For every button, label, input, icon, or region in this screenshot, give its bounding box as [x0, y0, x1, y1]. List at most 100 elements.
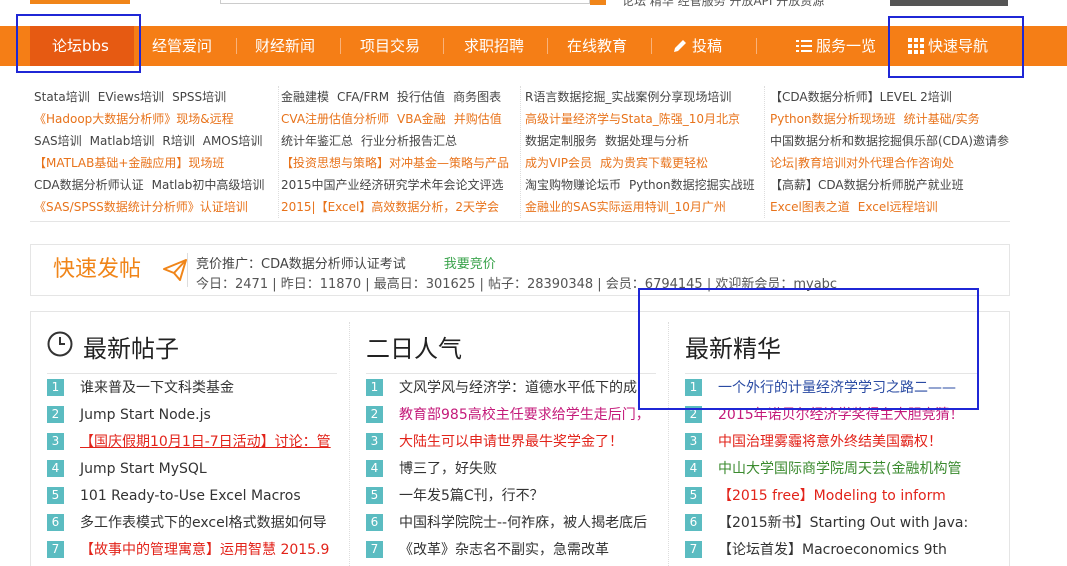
list-item[interactable]: 5 101 Ready-to-Use Excel Macros	[47, 483, 349, 510]
link[interactable]: 数据定制服务	[525, 134, 597, 148]
link[interactable]: 商务图表	[453, 90, 501, 104]
link[interactable]: 《SAS/SPSS数据统计分析师》认证培训	[34, 200, 248, 214]
list-item[interactable]: 1 文风学风与经济学：道德水平低下的成	[366, 375, 652, 402]
link[interactable]: 成为贵宾下载更轻松	[600, 156, 708, 170]
links-column-4: 【CDA数据分析师】LEVEL 2培训 Python数据分析现场班 统计基础/实务…	[764, 86, 1010, 218]
logo[interactable]	[30, 0, 130, 4]
list-item[interactable]: 4 博三了，好失败	[366, 456, 652, 483]
link[interactable]: 【高薪】CDA数据分析师脱产就业班	[770, 178, 964, 192]
link[interactable]: Python数据挖掘实战班	[629, 178, 755, 192]
link-row: Stata培训 EViews培训 SPSS培训	[34, 86, 278, 108]
list-item[interactable]: 6 多工作表模式下的excel格式数据如何导	[47, 510, 349, 537]
list-item[interactable]: 3 中国治理雾霾将意外终结美国霸权！	[685, 429, 985, 456]
link[interactable]: R培训	[162, 134, 194, 148]
link-row: 【CDA数据分析师】LEVEL 2培训	[770, 86, 1010, 108]
link[interactable]: 统计年鉴汇总	[281, 134, 353, 148]
list-item[interactable]: 6 中国科学院院士--何祚庥，被人揭老底后	[366, 510, 652, 537]
link[interactable]: R语言数据挖掘_实战案例分享现场培训	[525, 90, 731, 104]
nav-item-services[interactable]: 服务一览	[796, 26, 876, 66]
list-item[interactable]: 5 【2015 free】Modeling to inform	[685, 483, 985, 510]
post-list: 1 一个外行的计量经济学学习之路二—— 2 2015年诺贝尔经济学奖得主大胆竞猜！ …	[685, 375, 985, 564]
nav-item-trade[interactable]: 项目交易	[360, 26, 420, 66]
link[interactable]: 统计基础/实务	[904, 112, 980, 126]
search-button[interactable]	[590, 0, 606, 5]
list-item[interactable]: 3 大陆生可以申请世界最牛奖学金了！	[366, 429, 652, 456]
link[interactable]: 《Hadoop大数据分析师》现场&远程	[34, 112, 234, 126]
link[interactable]: 金融建模	[281, 90, 329, 104]
link[interactable]: 【MATLAB基础+金融应用】现场班	[34, 156, 224, 170]
top-links[interactable]: 论坛 精华 经管服务 开放API 开放资源	[622, 0, 824, 9]
link-row: Python数据分析现场班 统计基础/实务	[770, 108, 1010, 130]
link[interactable]: 投行估值	[397, 90, 445, 104]
link[interactable]: SPSS培训	[172, 90, 226, 104]
nav-item-submit[interactable]: 投稿	[672, 26, 722, 66]
link[interactable]: 淘宝购物赚论坛币	[525, 178, 621, 192]
list-item[interactable]: 2 2015年诺贝尔经济学奖得主大胆竞猜！	[685, 402, 985, 429]
quick-post-button[interactable]: 快速发帖	[31, 245, 187, 295]
search-input[interactable]	[220, 0, 590, 4]
user-buttons[interactable]	[890, 0, 1008, 6]
link[interactable]: 中国数据分析和数据挖掘俱乐部(CDA)邀请参	[770, 134, 1009, 148]
link-row: 淘宝购物赚论坛币 Python数据挖掘实战班	[525, 174, 764, 196]
list-item[interactable]: 7 【故事中的管理寓意】运用智慧 2015.9	[47, 537, 349, 564]
nav-separator	[443, 38, 444, 54]
link[interactable]: Excel远程培训	[858, 200, 938, 214]
list-item[interactable]: 4 中山大学国际商学院周天芸(金融机构管	[685, 456, 985, 483]
nav-item-jobs[interactable]: 求职招聘	[464, 26, 524, 66]
divider	[685, 373, 977, 374]
link[interactable]: CFA/FRM	[337, 90, 389, 104]
nav-item-quick-nav[interactable]: 快速导航	[908, 26, 988, 66]
link[interactable]: 成为VIP会员	[525, 156, 592, 170]
link[interactable]: EViews培训	[98, 90, 164, 104]
link[interactable]: 2015|【Excel】高效数据分析，2天学会	[281, 200, 499, 214]
link-row: 金融建模 CFA/FRM 投行估值 商务图表	[281, 86, 520, 108]
link[interactable]: 行业分析报告汇总	[361, 134, 457, 148]
nav-separator	[547, 38, 548, 54]
divider	[187, 253, 188, 287]
link-row: Excel图表之道 Excel远程培训	[770, 196, 1010, 218]
link[interactable]: 并购估值	[454, 112, 502, 126]
nav-item-ask[interactable]: 经管爱问	[152, 26, 212, 66]
link[interactable]: CVA注册估值分析师	[281, 112, 389, 126]
link[interactable]: SAS培训	[34, 134, 82, 148]
link-row: 高级计量经济学与Stata_陈强_10月北京	[525, 108, 764, 130]
link[interactable]: Excel图表之道	[770, 200, 850, 214]
link[interactable]: Matlab初中高级培训	[152, 178, 265, 192]
list-item[interactable]: 2 Jump Start Node.js	[47, 402, 349, 429]
list-item[interactable]: 1 一个外行的计量经济学学习之路二——	[685, 375, 985, 402]
link[interactable]: 2015中国产业经济研究学术年会论文评选	[281, 178, 504, 192]
list-item[interactable]: 7 【论坛首发】Macroeconomics 9th	[685, 537, 985, 564]
pencil-icon	[674, 40, 686, 52]
link[interactable]: CDA数据分析师认证	[34, 178, 144, 192]
link-row: 2015中国产业经济研究学术年会论文评选	[281, 174, 520, 196]
list-item[interactable]: 6 【2015新书】Starting Out with Java:	[685, 510, 985, 537]
link[interactable]: Python数据分析现场班	[770, 112, 896, 126]
nav-item-news[interactable]: 财经新闻	[255, 26, 315, 66]
panel-featured: 最新精华 1 一个外行的计量经济学学习之路二—— 2 2015年诺贝尔经济学奖得主大…	[669, 312, 1009, 566]
link[interactable]: Stata培训	[34, 90, 90, 104]
list-item[interactable]: 3 【国庆假期10月1日-7日活动】讨论：管	[47, 429, 349, 456]
link[interactable]: AMOS培训	[203, 134, 263, 148]
link[interactable]: 金融业的SAS实际运用特训_10月广州	[525, 200, 726, 214]
link[interactable]: 数据处理与分析	[605, 134, 689, 148]
panel-title: 二日人气	[366, 335, 462, 363]
link[interactable]: 高级计量经济学与Stata_陈强_10月北京	[525, 112, 740, 126]
list-item[interactable]: 5 一年发5篇C刊，行不？	[366, 483, 652, 510]
link[interactable]: 【投资思想与策略】对冲基金—策略与产品	[281, 156, 509, 170]
link-row: 《Hadoop大数据分析师》现场&远程	[34, 108, 278, 130]
list-item[interactable]: 7 《改革》杂志名不副实，急需改革	[366, 537, 652, 564]
list-item[interactable]: 1 谁来普及一下文科类基金	[47, 375, 349, 402]
link[interactable]: VBA金融	[397, 112, 446, 126]
list-item[interactable]: 2 教育部985高校主任要求给学生走后门，	[366, 402, 652, 429]
nav-item-bbs[interactable]: 论坛bbs	[30, 26, 134, 66]
link[interactable]: 【CDA数据分析师】LEVEL 2培训	[770, 90, 952, 104]
links-column-1: Stata培训 EViews培训 SPSS培训 《Hadoop大数据分析师》现场&远…	[34, 86, 278, 218]
link-row: 2015|【Excel】高效数据分析，2天学会	[281, 196, 520, 218]
link[interactable]: Matlab培训	[90, 134, 155, 148]
link[interactable]: 论坛|教育培训对外代理合作咨询处	[770, 156, 954, 170]
nav-item-education[interactable]: 在线教育	[567, 26, 627, 66]
links-column-3: R语言数据挖掘_实战案例分享现场培训 高级计量经济学与Stata_陈强_10月北…	[520, 86, 764, 218]
list-item[interactable]: 4 Jump Start MySQL	[47, 456, 349, 483]
bid-link[interactable]: 我要竞价	[444, 257, 496, 272]
promo-text[interactable]: 竞价推广：CDA数据分析师认证考试	[196, 257, 406, 272]
